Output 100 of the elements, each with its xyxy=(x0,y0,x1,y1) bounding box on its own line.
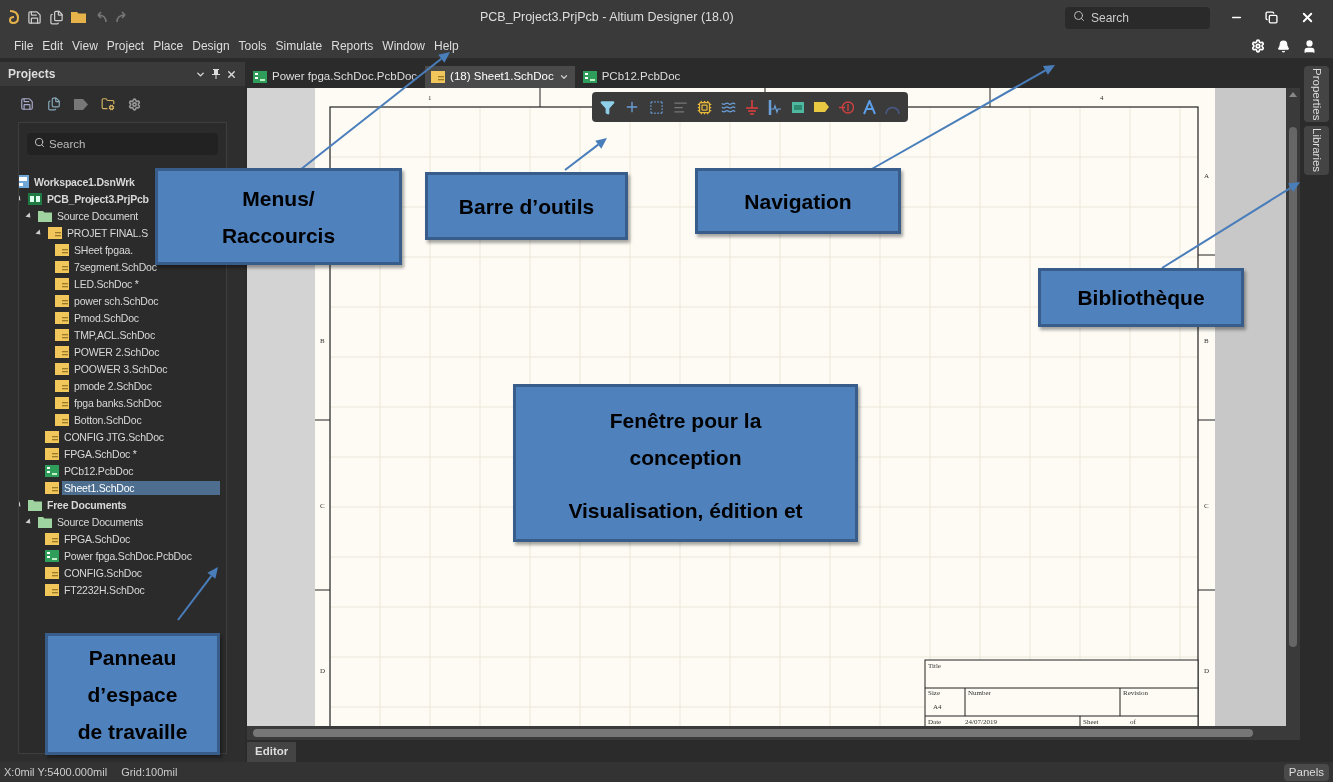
close-icon[interactable] xyxy=(226,68,237,80)
filter-icon[interactable] xyxy=(600,99,615,115)
callout-text: Bibliothèque xyxy=(1077,285,1205,311)
schematic-file-icon xyxy=(45,583,59,596)
schematic-file-icon xyxy=(45,481,59,494)
tree-item[interactable]: FPGA.SchDoc * xyxy=(62,446,139,461)
callout-text: Navigation xyxy=(744,188,852,215)
cursor-coordinates: X:0mil Y:5400.000mil xyxy=(4,764,108,780)
pcb-file-icon xyxy=(45,549,59,562)
text-icon[interactable] xyxy=(863,99,876,115)
side-panel-tab[interactable]: Libraries xyxy=(1303,126,1330,175)
search-field[interactable]: Search xyxy=(27,133,218,155)
settings-icon[interactable] xyxy=(128,97,141,111)
tree-item[interactable]: POOWER 3.SchDoc xyxy=(72,361,170,376)
schematic-file-icon xyxy=(55,345,69,358)
folder-settings-icon[interactable] xyxy=(101,97,115,111)
tree-item[interactable]: Source Documents xyxy=(55,514,146,529)
schematic-file-icon xyxy=(45,430,59,443)
tree-item[interactable]: Pmod.SchDoc xyxy=(72,310,141,325)
save-icon[interactable] xyxy=(20,97,34,111)
panel-title: Projects xyxy=(8,66,56,83)
tree-item[interactable]: PCb12.PcbDoc xyxy=(62,463,136,478)
tree-item[interactable]: Power fpga.SchDoc.PcbDoc xyxy=(62,548,194,563)
tree-item[interactable]: PROJET FINAL.S xyxy=(65,225,151,240)
tree-item[interactable]: fpga banks.SchDoc xyxy=(72,395,164,410)
port-icon[interactable] xyxy=(814,101,830,113)
document-tab[interactable]: Power fpga.SchDoc.PcbDoc xyxy=(247,66,424,88)
menu-item[interactable]: Project xyxy=(102,37,149,55)
tree-item[interactable]: 7segment.SchDoc xyxy=(72,259,159,274)
undo-icon[interactable] xyxy=(94,11,108,23)
pcb-file-icon xyxy=(253,71,267,83)
search-icon xyxy=(34,136,45,148)
tree-item[interactable]: SHeet fpgaa. xyxy=(72,242,135,257)
folder-icon[interactable] xyxy=(71,10,87,24)
app-logo-icon xyxy=(8,9,20,25)
menu-item[interactable]: Simulate xyxy=(271,37,327,55)
tree-item[interactable]: Free Documents xyxy=(45,497,129,512)
save-all-icon[interactable] xyxy=(49,9,64,25)
vertical-scrollbar[interactable] xyxy=(1286,88,1300,726)
schematic-file-icon xyxy=(45,566,59,579)
search-field[interactable]: Search xyxy=(1065,7,1210,29)
horizontal-scrollbar[interactable] xyxy=(247,726,1300,740)
power-port-icon[interactable] xyxy=(768,99,782,115)
tree-item[interactable]: Botton.SchDoc xyxy=(72,412,144,427)
menu-item[interactable]: Edit xyxy=(38,37,68,55)
tree-item[interactable]: LED.SchDoc * xyxy=(72,276,141,291)
menu-item[interactable]: Help xyxy=(430,37,463,55)
pin-icon[interactable] xyxy=(212,69,220,79)
tree-item[interactable]: Workspace1.DsnWrk xyxy=(32,174,137,189)
side-panel-tab[interactable]: Properties xyxy=(1303,66,1330,123)
schematic-file-icon xyxy=(55,379,69,392)
menu-item[interactable]: Window xyxy=(378,37,429,55)
menu-item[interactable]: Design xyxy=(188,37,234,55)
project-icon xyxy=(28,192,42,205)
tree-item[interactable]: FT2232H.SchDoc xyxy=(62,582,147,597)
grid-size: Grid:100mil xyxy=(121,764,178,780)
dropdown-icon[interactable] xyxy=(558,72,569,82)
menu-item[interactable]: Tools xyxy=(234,37,271,55)
folder-icon xyxy=(28,498,42,511)
redo-icon[interactable] xyxy=(115,11,129,23)
schematic-file-icon xyxy=(55,277,69,290)
restore-icon[interactable] xyxy=(1265,10,1278,24)
schematic-file-icon xyxy=(45,532,59,545)
pcb-file-icon xyxy=(582,71,597,83)
save-icon[interactable] xyxy=(27,9,42,25)
schematic-file-icon xyxy=(55,362,69,375)
tag-icon[interactable] xyxy=(74,98,88,110)
user-icon[interactable] xyxy=(1302,38,1317,54)
editor-tab[interactable]: Editor xyxy=(247,742,297,762)
documents-icon[interactable] xyxy=(47,97,61,111)
schematic-file-icon xyxy=(55,311,69,324)
tree-item[interactable]: CONFIG.SchDoc xyxy=(62,565,144,580)
tree-item[interactable]: Sheet1.SchDoc xyxy=(62,480,220,495)
tree-item[interactable]: CONFIG JTG.SchDoc xyxy=(62,429,166,444)
tree-item[interactable]: pmode 2.SchDoc xyxy=(72,378,154,393)
notification-icon[interactable] xyxy=(1277,39,1290,53)
menu-item[interactable]: File xyxy=(10,37,38,55)
crosshair-icon[interactable] xyxy=(624,99,640,115)
schematic-file-icon xyxy=(55,294,69,307)
align-icon[interactable] xyxy=(673,99,688,115)
document-tab[interactable]: (18) Sheet1.SchDoc xyxy=(425,66,575,88)
callout-text: Menus/ Raccourcis xyxy=(221,185,336,249)
tree-item[interactable]: power sch.SchDoc xyxy=(72,293,161,308)
menu-item[interactable]: View xyxy=(68,37,102,55)
folder-icon xyxy=(38,209,52,222)
sheet-symbol-icon[interactable] xyxy=(791,100,805,114)
callout-arrow xyxy=(177,567,218,621)
tree-item[interactable]: FPGA.SchDoc xyxy=(62,531,133,546)
document-tab[interactable]: PCb12.PcbDoc xyxy=(576,66,687,88)
menu-item[interactable]: Place xyxy=(149,37,188,55)
tree-item[interactable]: Source Document xyxy=(55,208,141,223)
component-icon[interactable] xyxy=(697,99,712,115)
selection-icon[interactable] xyxy=(649,99,664,115)
search-icon xyxy=(1073,10,1085,22)
menu-item[interactable]: Reports xyxy=(327,37,378,55)
tree-item[interactable]: POWER 2.SchDoc xyxy=(72,344,162,359)
tree-item[interactable]: PCB_Project3.PrjPcb xyxy=(45,191,151,206)
schematic-file-icon xyxy=(55,413,69,426)
tree-item[interactable]: TMP,ACL.SchDoc xyxy=(72,327,158,342)
panels-button[interactable]: Panels xyxy=(1283,763,1329,781)
